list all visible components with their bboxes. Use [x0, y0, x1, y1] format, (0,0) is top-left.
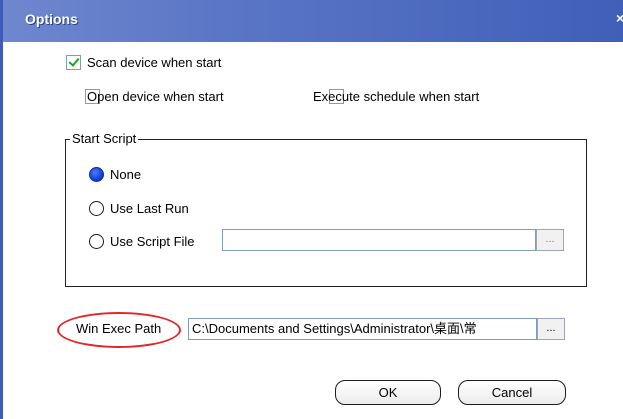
scan-device-checkbox[interactable]: [66, 55, 81, 70]
start-script-legend: Start Script: [70, 131, 139, 146]
win-exec-path-label: Win Exec Path: [76, 321, 162, 336]
title-bar[interactable]: Options ×: [3, 0, 623, 42]
scan-device-label: Scan device when start: [87, 55, 222, 70]
radio-use-last-run-label: Use Last Run: [110, 201, 189, 216]
radio-use-script-file-label: Use Script File: [110, 234, 195, 249]
win-exec-path-browse-button[interactable]: ...: [537, 318, 565, 340]
radio-none-label: None: [110, 167, 142, 182]
radio-none[interactable]: [89, 167, 104, 182]
ok-button[interactable]: OK: [335, 380, 441, 405]
cancel-button[interactable]: Cancel: [458, 380, 566, 405]
script-file-input[interactable]: [222, 229, 536, 251]
radio-use-script-file[interactable]: [89, 234, 104, 249]
window-title: Options: [25, 11, 78, 27]
radio-use-last-run[interactable]: [89, 201, 104, 216]
win-exec-path-input[interactable]: C:\Documents and Settings\Administrator\…: [188, 318, 537, 340]
close-icon[interactable]: ×: [616, 10, 623, 26]
script-file-browse-button[interactable]: ...: [536, 229, 564, 251]
execute-schedule-label: Execute schedule when start: [313, 89, 480, 104]
open-device-label: Open device when start: [87, 89, 224, 104]
options-dialog: Options × Scan device when start Open de…: [0, 0, 623, 419]
